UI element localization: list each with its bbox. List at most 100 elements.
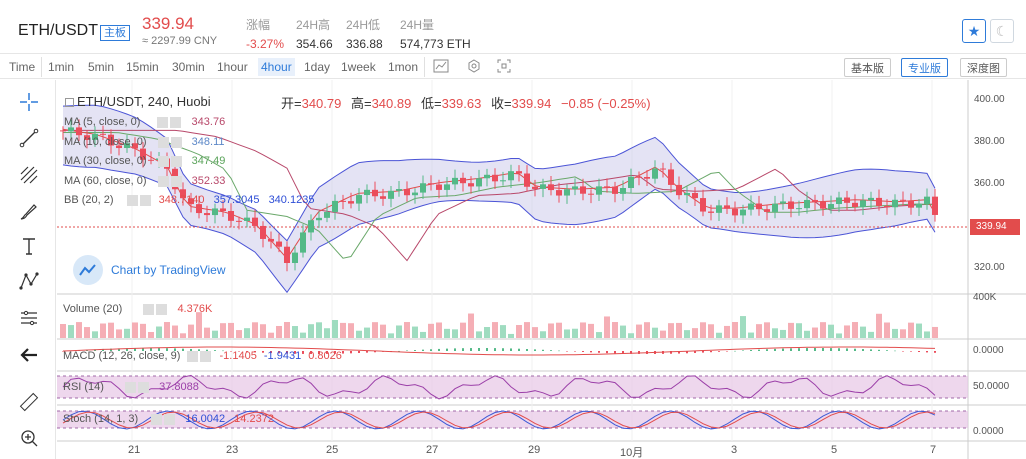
gear-icon[interactable]	[157, 175, 169, 187]
legend-name: MACD (12, 26, close, 9)	[63, 350, 181, 362]
trend-line-icon[interactable]	[16, 125, 42, 151]
volume-bar	[324, 328, 330, 338]
interval-15min[interactable]: 15min	[126, 60, 159, 74]
indicators-icon[interactable]	[432, 59, 450, 75]
rsi-legend[interactable]: RSI (14) 37.8088	[63, 381, 199, 393]
tradingview-branding[interactable]: Chart by TradingView	[73, 255, 226, 285]
volume-bar	[348, 323, 354, 338]
gear-icon[interactable]	[143, 303, 155, 315]
close-icon[interactable]	[170, 155, 182, 167]
volume-bar	[292, 326, 298, 338]
zoom-in-icon[interactable]	[16, 425, 42, 451]
back-arrow-icon[interactable]	[16, 342, 42, 368]
last-price: 339.94	[142, 14, 194, 33]
view-depth-button[interactable]: 深度图	[960, 58, 1007, 77]
candle-body	[284, 246, 290, 264]
volume-bar	[908, 322, 914, 338]
gear-icon[interactable]	[187, 350, 199, 362]
close-icon[interactable]	[156, 303, 168, 315]
candle-body	[516, 171, 522, 174]
ohlc-value: 340.79	[301, 96, 342, 111]
pattern-icon[interactable]	[16, 268, 42, 294]
crosshair-icon[interactable]	[16, 89, 42, 115]
volume-bar	[612, 322, 618, 338]
measure-icon[interactable]	[16, 305, 42, 331]
ma30-legend[interactable]: MA (30, close, 0) 347.49	[64, 155, 225, 167]
candle-body	[828, 204, 834, 209]
macd-bar	[918, 351, 920, 353]
interval-5min[interactable]: 5min	[88, 60, 114, 74]
volume-bar	[380, 324, 386, 338]
close-icon[interactable]	[138, 381, 150, 393]
stoch-axis-label: 0.0000	[973, 426, 1004, 437]
x-tick: 3	[731, 444, 738, 456]
macd-legend[interactable]: MACD (12, 26, close, 9) -1.1405 -1.9431 …	[63, 350, 342, 362]
stat-label: 24H高	[296, 18, 331, 32]
interval-time[interactable]: Time	[9, 60, 35, 74]
fib-icon[interactable]	[16, 162, 42, 188]
chart-area[interactable]: ETH/USDT, 240, Huobi 开=340.79 高=340.89 低…	[57, 80, 1026, 459]
interval-1day[interactable]: 1day	[304, 60, 330, 74]
settings-icon[interactable]	[465, 59, 483, 75]
ma60-legend[interactable]: MA (60, close, 0) 352.33	[64, 175, 225, 187]
close-icon[interactable]	[170, 136, 182, 148]
macd-bar	[558, 350, 560, 352]
close-icon[interactable]	[170, 116, 182, 128]
gear-icon[interactable]	[157, 136, 169, 148]
gear-icon[interactable]	[151, 413, 163, 425]
macd-bar	[534, 349, 536, 351]
gear-icon[interactable]	[126, 194, 138, 206]
volume-bar	[396, 325, 402, 338]
star-icon[interactable]: ★	[962, 19, 986, 43]
pair-name[interactable]: ETH/USDT	[18, 22, 98, 40]
candle-body	[268, 238, 274, 242]
volume-bar	[260, 324, 266, 338]
candle-body	[252, 217, 258, 226]
collapse-icon[interactable]	[65, 98, 74, 108]
legend-value: -1.9431	[263, 350, 302, 362]
close-icon[interactable]	[164, 413, 176, 425]
volume-legend[interactable]: Volume (20) 4.376K	[63, 303, 212, 315]
candle-body	[676, 184, 682, 196]
legend-value: 16.0042	[185, 413, 226, 425]
gear-icon[interactable]	[125, 381, 137, 393]
gear-icon[interactable]	[157, 155, 169, 167]
volume-bar	[268, 332, 274, 338]
moon-icon[interactable]: ☾	[990, 19, 1014, 43]
volume-bar	[156, 326, 162, 338]
candle-body	[404, 189, 410, 196]
macd-bar	[726, 351, 728, 352]
text-icon[interactable]	[16, 233, 42, 259]
ma5-legend[interactable]: MA (5, close, 0) 343.76	[64, 116, 225, 128]
brush-icon[interactable]	[16, 198, 42, 224]
fullscreen-icon[interactable]	[495, 59, 513, 75]
ma10-legend[interactable]: MA (10, close, 0) 348.11	[64, 136, 225, 148]
candle-body	[468, 183, 474, 187]
bb-legend[interactable]: BB (20, 2) 348.7140 357.3045 340.1235	[64, 194, 314, 206]
legend-name: MA (30, close, 0)	[64, 155, 147, 167]
volume-bar	[740, 316, 746, 338]
interval-1hour[interactable]: 1hour	[217, 60, 248, 74]
macd-bar	[870, 349, 872, 351]
interval-1mon[interactable]: 1mon	[388, 60, 418, 74]
view-basic-button[interactable]: 基本版	[844, 58, 891, 77]
gear-icon[interactable]	[157, 116, 169, 128]
close-icon[interactable]	[200, 350, 212, 362]
volume-bar	[532, 327, 538, 338]
candle-body	[580, 186, 586, 194]
legend-name: Volume (20)	[63, 303, 123, 315]
close-icon[interactable]	[170, 175, 182, 187]
close-icon[interactable]	[139, 194, 151, 206]
interval-4hour[interactable]: 4hour	[258, 58, 295, 76]
view-pro-button[interactable]: 专业版	[901, 58, 948, 77]
ruler-icon[interactable]	[16, 389, 42, 415]
interval-30min[interactable]: 30min	[172, 60, 205, 74]
interval-1week[interactable]: 1week	[341, 60, 376, 74]
macd-bar	[846, 348, 848, 351]
stoch-legend[interactable]: Stoch (14, 1, 3) 16.0042 14.2372	[63, 413, 274, 425]
interval-1min[interactable]: 1min	[48, 60, 74, 74]
volume-bar	[420, 331, 426, 338]
volume-bar	[876, 313, 882, 338]
rsi-axis-label: 50.0000	[973, 381, 1010, 392]
volume-bar	[756, 324, 762, 338]
